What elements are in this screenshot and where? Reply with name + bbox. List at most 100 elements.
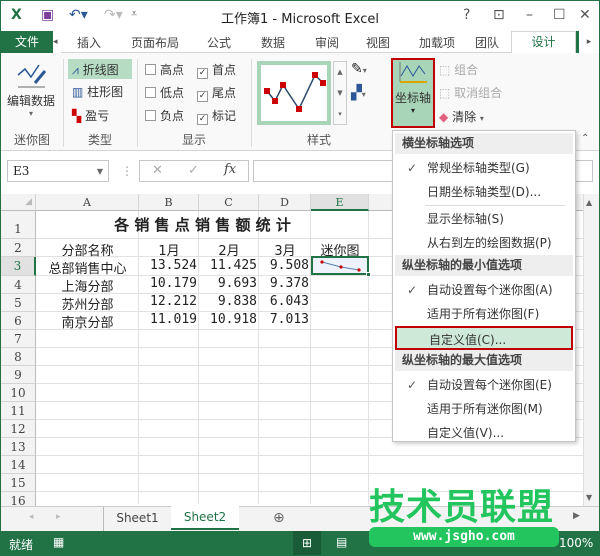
sheet-tab-sheet1[interactable]: Sheet1: [103, 507, 171, 531]
row-header-9[interactable]: 9: [1, 366, 36, 384]
select-all-button[interactable]: ◢: [1, 194, 36, 211]
marker-color-button[interactable]: ▞▾: [351, 85, 366, 101]
first-point-checkbox[interactable]: ✓ 首点: [197, 61, 236, 79]
sales-value-cell[interactable]: 9.838: [199, 294, 259, 309]
header-cell[interactable]: 3月: [259, 240, 311, 259]
fill-handle[interactable]: [366, 272, 371, 277]
column-type-button[interactable]: ▥ 柱形图: [72, 83, 123, 100]
menu-item[interactable]: ✓ 自动设置每个迷你图(A): [395, 278, 573, 302]
sparkline-style-gallery-item[interactable]: [257, 61, 331, 125]
row-header-7[interactable]: 7: [1, 330, 36, 348]
negative-point-checkbox[interactable]: 负点: [145, 107, 184, 124]
row-header-10[interactable]: 10: [1, 384, 36, 402]
branch-name-cell[interactable]: 南京分部: [36, 312, 139, 331]
tabs-scroll-left-icon[interactable]: ◂: [53, 31, 61, 53]
edit-data-button[interactable]: 编辑数据 ▾: [5, 57, 57, 127]
sales-value-cell[interactable]: 10.179: [139, 276, 199, 291]
high-point-checkbox[interactable]: 高点: [145, 61, 184, 78]
row-header-4[interactable]: 4: [1, 276, 36, 294]
row-header-8[interactable]: 8: [1, 348, 36, 366]
sales-value-cell[interactable]: 11.019: [139, 312, 199, 327]
row-header-15[interactable]: 15: [1, 474, 36, 492]
row-header-11[interactable]: 11: [1, 402, 36, 420]
scroll-right-icon[interactable]: ▶: [573, 511, 580, 521]
winloss-type-button[interactable]: ▚ 盈亏: [72, 107, 109, 124]
ribbon-display-button[interactable]: ⊡: [493, 7, 505, 23]
cancel-icon[interactable]: ✕: [152, 163, 163, 178]
column-header-e[interactable]: E: [311, 194, 369, 211]
row-header-6[interactable]: 6: [1, 312, 36, 330]
menu-item[interactable]: 从右到左的绘图数据(P): [395, 231, 573, 255]
column-header-a[interactable]: A: [36, 194, 139, 211]
sales-value-cell[interactable]: 9.508: [259, 258, 311, 273]
collapse-ribbon-icon[interactable]: ⌃: [581, 133, 589, 144]
enter-icon[interactable]: ✓: [188, 163, 199, 178]
header-cell[interactable]: 2月: [199, 240, 259, 259]
row-header-12[interactable]: 12: [1, 420, 36, 438]
menu-item[interactable]: 自定义值(V)...: [395, 421, 573, 445]
clear-button[interactable]: ◆ 清除 ▾: [439, 108, 484, 125]
menu-item[interactable]: 适用于所有迷你图(M): [395, 397, 573, 421]
tab-file[interactable]: 文件: [1, 31, 53, 53]
menu-item[interactable]: 适用于所有迷你图(F): [395, 302, 573, 326]
sales-value-cell[interactable]: 12.212: [139, 294, 199, 309]
tab-view[interactable]: 视图: [366, 34, 390, 51]
row-header-13[interactable]: 13: [1, 438, 36, 456]
last-point-checkbox[interactable]: ✓ 尾点: [197, 84, 236, 102]
tab-team[interactable]: 团队: [475, 34, 499, 51]
insert-function-icon[interactable]: fx: [224, 162, 236, 177]
normal-view-icon[interactable]: ⊞: [293, 531, 321, 555]
next-sheet-icon[interactable]: ▸: [56, 512, 61, 522]
page-layout-view-icon[interactable]: ▤: [336, 535, 347, 549]
prev-sheet-icon[interactable]: ◂: [29, 512, 34, 522]
branch-name-cell[interactable]: 上海分部: [36, 276, 139, 295]
ungroup-button[interactable]: ⬚ 取消组合: [439, 84, 502, 101]
tab-insert[interactable]: 插入: [77, 34, 101, 51]
tab-data[interactable]: 数据: [261, 34, 285, 51]
tabs-scroll-right-icon[interactable]: ▸: [579, 31, 599, 53]
sparkline-color-button[interactable]: ✎▾: [351, 61, 367, 77]
row-header-2[interactable]: 2: [1, 239, 36, 257]
line-type-button[interactable]: ⩘ 折线图: [68, 59, 132, 79]
header-cell[interactable]: 1月: [139, 240, 199, 259]
maximize-button[interactable]: ☐: [553, 7, 566, 23]
tab-page-layout[interactable]: 页面布局: [131, 34, 179, 51]
group-button[interactable]: ⬚ 组合: [439, 61, 478, 78]
row-header-5[interactable]: 5: [1, 294, 36, 312]
row-header-14[interactable]: 14: [1, 456, 36, 474]
branch-name-cell[interactable]: 苏州分部: [36, 294, 139, 313]
macro-record-icon[interactable]: ▦: [53, 535, 64, 549]
zoom-level[interactable]: 100%: [559, 536, 593, 550]
menu-item[interactable]: ✓ 常规坐标轴类型(G): [395, 156, 573, 180]
menu-item[interactable]: ✓ 自动设置每个迷你图(E): [395, 373, 573, 397]
header-cell[interactable]: 分部名称: [36, 240, 139, 259]
column-header-d[interactable]: D: [259, 194, 311, 211]
sales-value-cell[interactable]: 6.043: [259, 294, 311, 309]
minimize-button[interactable]: –: [526, 7, 533, 23]
new-sheet-icon[interactable]: ⊕: [273, 510, 285, 526]
gallery-scroll[interactable]: ▲ ▼ ▾: [333, 61, 347, 125]
column-header-c[interactable]: C: [199, 194, 259, 211]
title-cell[interactable]: 各 销 售 点 销 售 额 统 计: [36, 214, 369, 235]
vertical-scrollbar[interactable]: ▲ ▼: [583, 194, 599, 506]
scroll-down-icon[interactable]: ▼: [586, 493, 592, 502]
branch-name-cell[interactable]: 总部销售中心: [36, 258, 139, 277]
menu-item[interactable]: 日期坐标轴类型(D)...: [395, 180, 573, 204]
axis-button[interactable]: 坐标轴 ▾: [391, 58, 435, 128]
sales-value-cell[interactable]: 11.425: [199, 258, 259, 273]
sheet-tab-sheet2[interactable]: Sheet2: [171, 506, 239, 530]
markers-checkbox[interactable]: ✓ 标记: [197, 107, 236, 125]
tab-formulas[interactable]: 公式: [207, 34, 231, 51]
scroll-up-icon[interactable]: ▲: [586, 198, 592, 207]
close-button[interactable]: ✕: [579, 7, 591, 23]
sales-value-cell[interactable]: 13.524: [139, 258, 199, 273]
menu-item[interactable]: 显示坐标轴(S): [395, 207, 573, 231]
help-button[interactable]: ?: [463, 7, 470, 23]
tab-addins[interactable]: 加载项: [419, 34, 455, 51]
sales-value-cell[interactable]: 7.013: [259, 312, 311, 327]
selected-cell-e3[interactable]: [311, 256, 371, 277]
sales-value-cell[interactable]: 9.693: [199, 276, 259, 291]
row-header-1[interactable]: 1: [1, 211, 36, 239]
low-point-checkbox[interactable]: 低点: [145, 84, 184, 101]
row-header-3[interactable]: 3: [1, 257, 36, 276]
